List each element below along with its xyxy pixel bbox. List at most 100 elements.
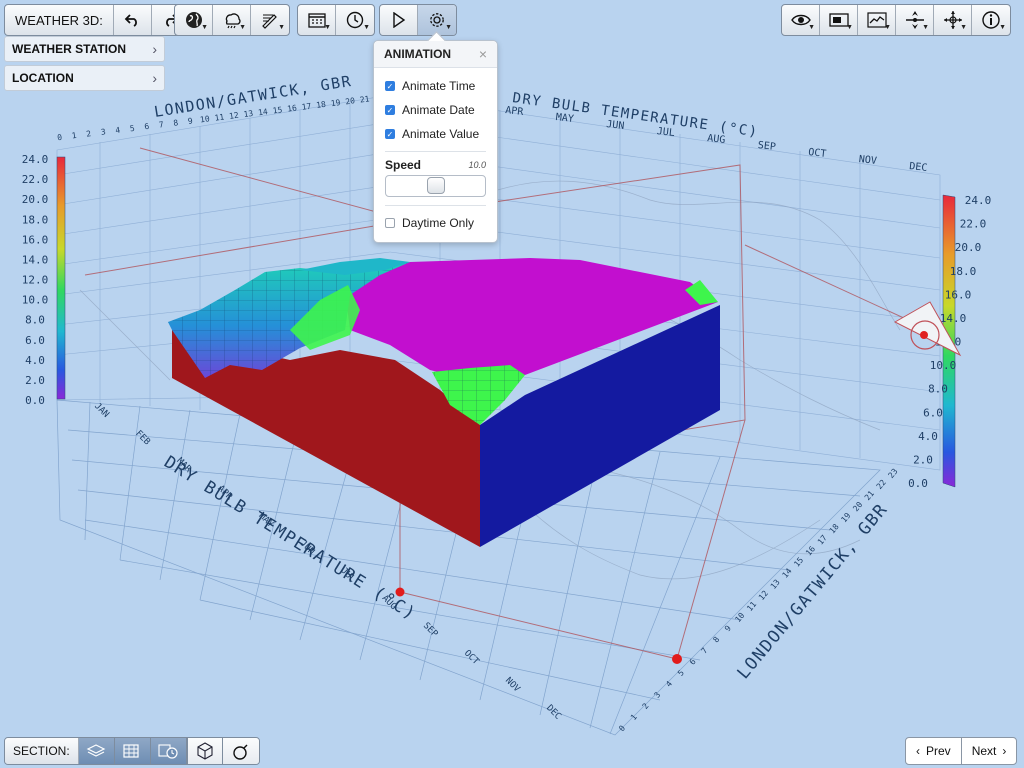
section-toolbar: SECTION: [4,737,260,765]
scale-tick-label: 10.0 [22,294,49,307]
month-tick-label: OCT [462,648,481,667]
hour-tick-label: 5 [676,668,686,678]
scale-tick-label: 20.0 [22,193,49,206]
hour-tick-label: 2 [86,129,92,139]
month-tick-label: OCT [808,147,827,160]
animation-panel: ANIMATION × ✓ Animate Time ✓ Animate Dat… [373,31,498,243]
animation-panel-header: ANIMATION × [374,41,497,68]
hour-tick-label: 19 [330,98,341,108]
hour-tick-label: 16 [804,544,817,557]
daytime-only-label: Daytime Only [402,216,475,230]
pan-button[interactable]: ▼ [934,5,972,35]
calendar-button[interactable]: ▼ [298,5,336,35]
section-layers-button[interactable] [78,738,115,764]
display-button[interactable]: ▼ [820,5,858,35]
speed-slider-thumb[interactable] [427,177,445,194]
scale-tick-label: 0.0 [25,394,45,407]
month-tick-label: DEC [909,161,928,174]
scale-tick-label: 24.0 [965,194,992,207]
hour-tick-label: 11 [214,112,225,122]
checkbox-checked-icon[interactable]: ✓ [385,129,395,139]
hour-tick-label: 14 [258,107,269,117]
next-button[interactable]: Next › [960,738,1017,764]
month-tick-label: NOV [858,154,877,167]
hour-tick-label: 12 [229,111,240,121]
section-handle-right[interactable] [672,654,682,664]
undo-button[interactable] [114,5,152,35]
calendar-icon [307,13,326,28]
hour-tick-label: 9 [187,116,193,126]
month-tick-label: SEP [757,140,776,153]
section-clock-button[interactable] [150,738,187,764]
animate-date-option[interactable]: ✓ Animate Date [374,98,497,122]
hour-tick-label: 0 [57,133,63,143]
view-toolbar: ▼ ▼ ▼ ▼ ▼ ▼ [781,4,1011,36]
info-button[interactable]: ▼ [972,5,1010,35]
divider [385,151,486,152]
play-icon [392,12,405,28]
hour-tick-label: 8 [173,118,179,128]
hour-tick-label: 17 [816,533,829,546]
scale-tick-label: 14.0 [940,312,967,325]
close-icon[interactable]: × [479,46,487,62]
scale-tick-label: 22.0 [22,173,49,186]
hour-tick-label: 3 [100,127,106,137]
section-label: SECTION: [5,738,79,764]
hour-tick-label: 1 [629,712,639,722]
weather-station-button[interactable]: WEATHER STATION › [4,36,165,62]
animation-settings-button[interactable]: ▼ [418,5,456,35]
3d-chart-viewport[interactable]: 24.022.020.018.016.014.012.010.08.06.04.… [0,0,1024,768]
hour-tick-label: 20 [851,500,864,513]
prev-label: Prev [926,744,951,758]
hour-tick-label: 17 [301,102,312,112]
orbit-button[interactable]: ▼ [896,5,934,35]
globe-icon [185,12,202,28]
play-button[interactable] [380,5,418,35]
clock-button[interactable]: ▼ [336,5,374,35]
hour-tick-label: 13 [243,109,254,119]
calendar-grid-icon [123,744,139,758]
hour-tick-label: 7 [158,120,164,130]
hour-tick-label: 21 [863,489,876,502]
hour-tick-label: 2 [641,701,651,711]
scale-tick-label: 8.0 [25,314,45,327]
weather-data-button[interactable]: ▼ [213,5,251,35]
edit-chart-button[interactable]: ▼ [251,5,289,35]
chevron-left-icon: ‹ [916,744,920,758]
section-cube-button[interactable] [186,738,223,764]
metric-title-back: DRY BULB TEMPERATURE (°C) [511,90,759,140]
speed-slider[interactable] [385,175,486,197]
animate-time-option[interactable]: ✓ Animate Time [374,74,497,98]
hour-tick-label: 5 [129,124,135,134]
hour-tick-label: 10 [733,611,746,624]
scale-tick-label: 4.0 [918,430,938,443]
daytime-only-option[interactable]: Daytime Only [374,211,497,235]
prev-button[interactable]: ‹ Prev [906,738,961,764]
checkbox-checked-icon[interactable]: ✓ [385,105,395,115]
hour-tick-label: 21 [359,94,370,104]
visibility-button[interactable]: ▼ [782,5,820,35]
hour-tick-label: 18 [828,522,841,535]
time-toolbar: ▼ ▼ [297,4,375,36]
globe-button[interactable]: ▼ [175,5,213,35]
checkbox-checked-icon[interactable]: ✓ [385,81,395,91]
section-reset-button[interactable] [222,738,259,764]
hour-tick-label: 9 [723,624,733,634]
checkbox-unchecked-icon[interactable] [385,218,395,228]
app-label: WEATHER 3D: [5,5,114,35]
hour-tick-label: 18 [316,100,327,110]
bomb-icon [232,744,248,760]
scale-tick-label: 12.0 [22,274,49,287]
location-title-front: LONDON/GATWICK, GBR [734,500,893,684]
animate-date-label: Animate Date [402,103,475,117]
chevron-right-icon: › [152,41,157,57]
location-label: LOCATION [12,71,74,85]
chart-view-button[interactable]: ▼ [858,5,896,35]
month-tick-label: JUL [656,126,675,139]
animate-value-label: Animate Value [402,127,480,141]
animate-value-option[interactable]: ✓ Animate Value [374,122,497,146]
section-calendar-button[interactable] [114,738,151,764]
month-tick-label: NOV [503,676,522,695]
location-button[interactable]: LOCATION › [4,65,165,91]
scale-tick-label: 24.0 [22,153,49,166]
